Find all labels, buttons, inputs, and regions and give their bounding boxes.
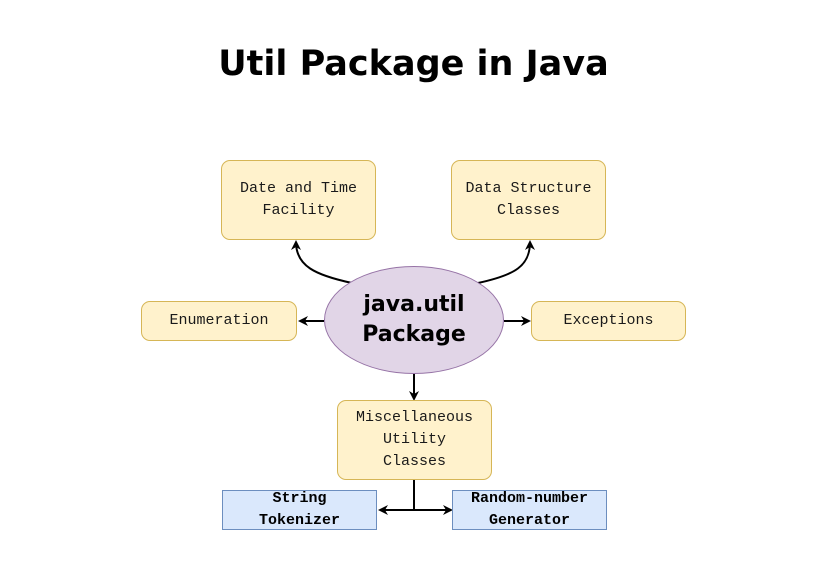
center-java-util-package: java.util Package (324, 266, 504, 374)
node-random-number-generator: Random-number Generator (452, 490, 607, 530)
node-string-tokenizer: String Tokenizer (222, 490, 377, 530)
arrow-to-date-time (291, 240, 353, 284)
node-miscellaneous-utility-classes: Miscellaneous Utility Classes (337, 400, 492, 480)
node-date-time-facility: Date and Time Facility (221, 160, 376, 240)
node-exceptions: Exceptions (531, 301, 686, 341)
arrow-to-data-structure (477, 240, 535, 284)
node-data-structure-classes: Data Structure Classes (451, 160, 606, 240)
node-enumeration: Enumeration (141, 301, 297, 341)
